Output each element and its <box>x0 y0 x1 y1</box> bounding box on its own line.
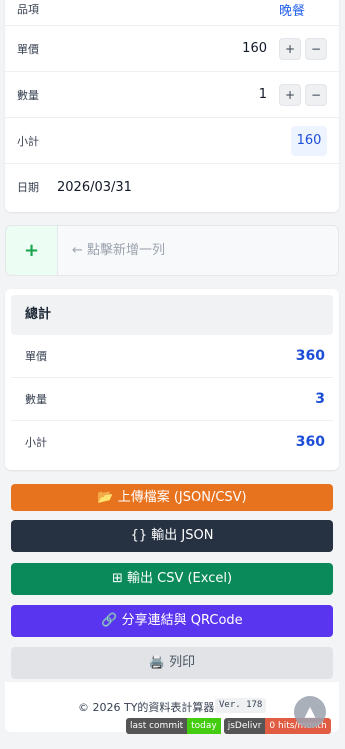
add-row-button[interactable]: + <box>6 226 58 275</box>
item-name-label: 品項 <box>17 3 39 16</box>
totals-qty-value: 3 <box>315 391 325 407</box>
totals-header: 總計 <box>11 295 333 335</box>
totals-card: 總計 單價 360 數量 3 小計 360 <box>5 289 339 470</box>
price-decrement-button[interactable]: − <box>305 37 327 60</box>
jsdelivr-badge-label[interactable]: jsDelivr <box>223 718 266 734</box>
item-name-value[interactable]: 晚餐 <box>279 0 305 19</box>
print-button[interactable]: 🖨️ 列印 <box>11 647 333 679</box>
item-qty-label: 數量 <box>17 88 39 102</box>
version-badge: Ver. 178 <box>215 698 267 713</box>
price-increment-button[interactable]: + <box>279 37 301 60</box>
totals-row-subtotal: 小計 360 <box>11 421 333 464</box>
last-commit-badge-value[interactable]: today <box>187 718 221 734</box>
page: 品項 晚餐 單價 160 + − 數量 1 + − 小計 160 日期 2026… <box>0 0 345 749</box>
item-subtotal-label: 小計 <box>17 134 39 148</box>
add-row-bar[interactable]: + ← 點擊新增一列 <box>5 225 339 276</box>
item-card: 品項 晚餐 單價 160 + − 數量 1 + − 小計 160 日期 2026… <box>5 0 339 212</box>
item-price-value[interactable]: 160 <box>242 41 267 56</box>
totals-price-value: 360 <box>295 348 325 364</box>
totals-subtotal-value: 360 <box>295 434 325 450</box>
export-json-button[interactable]: {} 輸出 JSON <box>11 520 333 552</box>
totals-row-price: 單價 360 <box>11 335 333 378</box>
item-date-label: 日期 <box>17 181 39 194</box>
last-commit-badge-label[interactable]: last commit <box>126 718 188 734</box>
item-name-row: 品項 晚餐 <box>5 0 339 26</box>
export-csv-button[interactable]: ⊞ 輸出 CSV (Excel) <box>11 563 333 595</box>
item-qty-row: 數量 1 + − <box>5 72 339 118</box>
item-qty-value[interactable]: 1 <box>259 87 267 102</box>
item-date-row: 日期 2026/03/31 <box>5 164 339 210</box>
qty-increment-button[interactable]: + <box>279 83 301 106</box>
qty-decrement-button[interactable]: − <box>305 83 327 106</box>
scroll-to-top-icon[interactable]: ▲ <box>294 696 326 728</box>
upload-file-button[interactable]: 📂 上傳檔案 (JSON/CSV) <box>11 484 333 511</box>
item-subtotal-row: 小計 160 <box>5 118 339 164</box>
totals-row-qty: 數量 3 <box>11 378 333 421</box>
add-row-hint: ← 點擊新增一列 <box>72 243 166 258</box>
totals-qty-label: 數量 <box>25 393 47 406</box>
item-date-value[interactable]: 2026/03/31 <box>57 180 132 195</box>
totals-title: 總計 <box>25 307 52 322</box>
totals-subtotal-label: 小計 <box>25 436 47 449</box>
copyright-text: © 2026 TY的資料表計算器 <box>78 701 215 714</box>
item-subtotal-value: 160 <box>291 125 327 156</box>
share-link-qrcode-button[interactable]: 🔗 分享連結與 QRCode <box>11 605 333 637</box>
totals-price-label: 單價 <box>25 350 47 363</box>
item-price-row: 單價 160 + − <box>5 26 339 72</box>
item-price-label: 單價 <box>17 42 39 56</box>
